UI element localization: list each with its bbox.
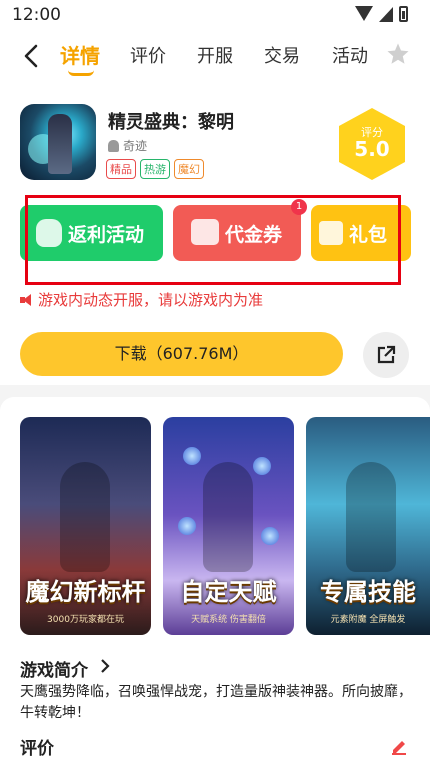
game-icon — [20, 104, 96, 180]
tab-details[interactable]: 详情 — [60, 40, 100, 69]
status-bar: 12:00 — [0, 0, 430, 32]
share-button[interactable] — [363, 332, 409, 378]
screenshot-subcaption: 元素附魔 全屏触发 — [330, 615, 406, 625]
highlight-frame — [25, 195, 401, 285]
screenshot-3[interactable]: 专属技能 元素附魔 全屏触发 — [306, 417, 430, 635]
tag: 魔幻 — [174, 159, 204, 179]
reviews-title: 评价 — [20, 739, 54, 759]
back-arrow-icon[interactable] — [22, 44, 42, 68]
chevron-right-icon[interactable] — [100, 659, 110, 673]
screenshot-caption: 魔幻新标杆 — [25, 578, 146, 606]
game-title: 精灵盛典：黎明 — [108, 112, 234, 133]
server-notice: 游戏内动态开服，请以游戏内为准 — [20, 289, 263, 310]
notice-text: 游戏内动态开服，请以游戏内为准 — [38, 291, 264, 309]
edit-icon[interactable] — [390, 737, 408, 755]
download-button[interactable]: 下载（607.76M） — [20, 332, 343, 376]
game-header: 精灵盛典：黎明 奇迹 精品 热游 魔幻 评分 5.0 返利活动 代金券 1 礼包… — [0, 80, 430, 385]
tab-servers[interactable]: 开服 — [197, 42, 233, 68]
content-card: 魔幻新标杆 3000万玩家都在玩 自定天赋 天赋系统 伤害翻倍 专属技能 元素附… — [0, 397, 430, 764]
favorite-star-icon[interactable] — [386, 42, 410, 66]
status-icons — [355, 6, 408, 22]
tag: 精品 — [106, 159, 136, 179]
screenshot-caption: 自定天赋 — [180, 578, 277, 606]
screenshot-subcaption: 天赋系统 伤害翻倍 — [191, 615, 266, 625]
tag-list: 精品 热游 魔幻 — [106, 159, 204, 179]
tab-events[interactable]: 活动 — [332, 42, 368, 68]
tab-trade[interactable]: 交易 — [264, 42, 300, 68]
score-value: 5.0 — [354, 137, 390, 161]
screenshot-subcaption: 3000万玩家都在玩 — [47, 615, 124, 625]
nav-bar: 详情 评价 开服 交易 活动 — [0, 32, 430, 80]
developer-row: 奇迹 — [108, 137, 147, 154]
developer-name: 奇迹 — [123, 139, 148, 153]
intro-text: 天鹰强势降临，召唤强悍战宠，打造量版神装神器。所向披靡，牛转乾坤！ — [20, 684, 412, 721]
signal-icon — [379, 6, 393, 22]
active-tab-indicator — [68, 70, 94, 76]
wifi-icon — [355, 6, 373, 22]
score-badge: 评分 5.0 — [339, 108, 405, 180]
android-icon — [108, 139, 119, 152]
screenshot-1[interactable]: 魔幻新标杆 3000万玩家都在玩 — [20, 417, 151, 635]
screenshot-2[interactable]: 自定天赋 天赋系统 伤害翻倍 — [163, 417, 294, 635]
speaker-icon — [20, 293, 34, 306]
screenshot-caption: 专属技能 — [320, 578, 416, 606]
battery-icon — [399, 6, 408, 22]
tag: 热游 — [140, 159, 170, 179]
status-time: 12:00 — [12, 5, 61, 25]
tab-reviews[interactable]: 评价 — [130, 42, 166, 68]
intro-title[interactable]: 游戏简介 — [20, 656, 88, 681]
share-icon — [377, 345, 396, 364]
